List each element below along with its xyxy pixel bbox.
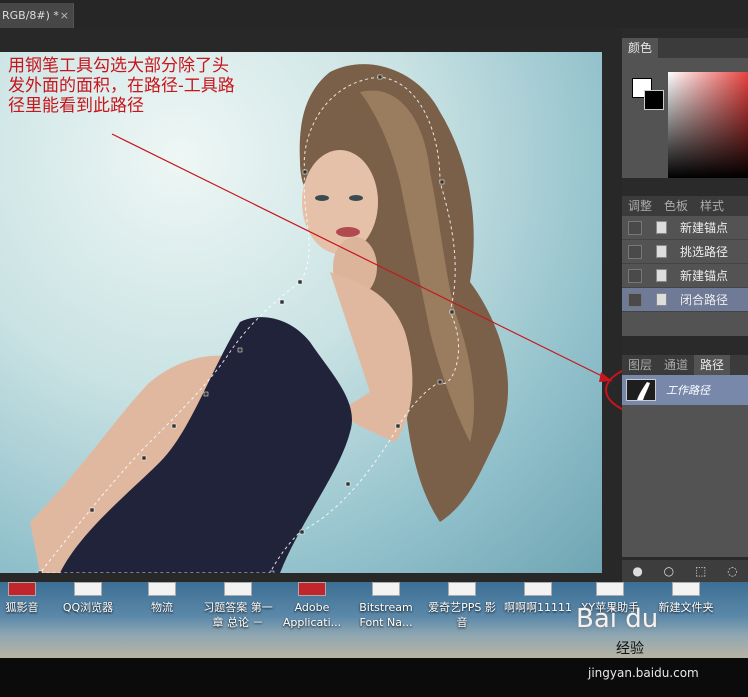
desktop-icon-label: 啊啊啊11111 (504, 601, 572, 614)
app-icon (672, 582, 700, 596)
desktop-icon[interactable]: 狐影音 (0, 582, 58, 615)
color-panel: 颜色 (622, 38, 748, 178)
tab-color[interactable]: 颜色 (622, 38, 659, 58)
desktop-icon[interactable]: QQ浏览器 (52, 582, 124, 615)
tab-adjustments[interactable]: 调整 (622, 196, 658, 216)
actions-panel-tabs: 调整 色板 样式 (622, 196, 748, 216)
desktop-icon-label: Adobe Applicati... (282, 601, 342, 629)
screenshot: RGB/8#) * × 用钢笔工具勾选大部分除了头发外面的面积，在路径-工具路径… (0, 0, 748, 697)
actions-panel: 调整 色板 样式 新建锚点 挑选路径 新建锚点 闭合路径 (622, 196, 748, 336)
paths-panel-tabs: 图层 通道 路径 (622, 355, 748, 375)
mask-icon[interactable]: ◌ (727, 564, 737, 578)
desktop-icon[interactable]: Adobe Applicati... (276, 582, 348, 630)
history-row[interactable]: 新建锚点 (622, 264, 748, 288)
color-panel-tabs: 颜色 (622, 38, 748, 58)
paths-footer: ● ○ ⬚ ◌ (622, 560, 748, 582)
desktop-icon-label: 狐影音 (5, 601, 39, 614)
document-icon (656, 221, 667, 234)
desktop-icon[interactable]: Bitstream Font Na... (350, 582, 422, 630)
history-label: 挑选路径 (680, 245, 729, 259)
desktop-icon-label: Bitstream Font Na... (359, 601, 413, 629)
color-spectrum[interactable] (668, 72, 748, 178)
document-icon (656, 293, 667, 306)
desktop-icon-label: 爱奇艺PPS 影音 (428, 601, 496, 629)
watermark-url: jingyan.baidu.com (588, 666, 699, 680)
desktop-icon[interactable]: 习题答案 第一章 总论 － (202, 582, 274, 630)
background-swatch[interactable] (644, 90, 664, 110)
right-panels: 颜色 调整 色板 样式 新建锚点 挑选路径 新建锚点 闭合路径 图层 通道 路径… (622, 28, 748, 582)
tab-styles[interactable]: 样式 (694, 196, 730, 216)
app-icon (148, 582, 176, 596)
baidu-watermark: Bai du 经验 (576, 604, 748, 662)
app-icon (524, 582, 552, 596)
watermark-sub: 经验 (616, 641, 644, 657)
checkbox[interactable] (628, 244, 642, 259)
checkbox[interactable] (628, 268, 642, 283)
app-icon (224, 582, 252, 596)
app-icon (298, 582, 326, 596)
history-row[interactable]: 挑选路径 (622, 240, 748, 264)
desktop-icon[interactable]: 物流 (126, 582, 198, 615)
annotation-arrow-line (111, 133, 613, 382)
document-icon (656, 245, 667, 258)
history-row[interactable]: 新建锚点 (622, 216, 748, 240)
path-thumbnail-icon (637, 382, 650, 400)
desktop-icon[interactable]: 爱奇艺PPS 影音 (426, 582, 498, 630)
checkbox[interactable] (628, 220, 642, 235)
desktop-icon[interactable]: 啊啊啊11111 (502, 582, 574, 615)
path-name: 工作路径 (666, 384, 710, 397)
app-icon (448, 582, 476, 596)
selection-icon[interactable]: ⬚ (695, 564, 706, 578)
watermark-brand: Bai du (576, 604, 659, 634)
tab-paths[interactable]: 路径 (694, 355, 731, 375)
tab-channels[interactable]: 通道 (658, 355, 694, 375)
paths-panel: 图层 通道 路径 工作路径 (622, 355, 748, 557)
desktop-icon-label: QQ浏览器 (62, 601, 114, 614)
app-icon (8, 582, 36, 596)
app-icon (74, 582, 102, 596)
checkbox[interactable] (628, 292, 642, 307)
app-icon (372, 582, 400, 596)
document-icon (656, 269, 667, 282)
history-label: 闭合路径 (680, 293, 729, 307)
desktop-icon-label: 习题答案 第一章 总论 － (203, 601, 273, 629)
fill-circle-icon[interactable]: ● (632, 564, 642, 578)
history-label: 新建锚点 (680, 269, 729, 283)
app-icon (596, 582, 624, 596)
history-row-selected[interactable]: 闭合路径 (622, 288, 748, 312)
tab-swatches[interactable]: 色板 (658, 196, 694, 216)
stroke-circle-icon[interactable]: ○ (664, 564, 674, 578)
desktop-icon-label: 物流 (151, 601, 173, 614)
path-item-work-path[interactable]: 工作路径 (622, 375, 748, 405)
path-thumbnail (626, 379, 656, 401)
tab-layers[interactable]: 图层 (622, 355, 658, 375)
history-label: 新建锚点 (680, 221, 729, 235)
